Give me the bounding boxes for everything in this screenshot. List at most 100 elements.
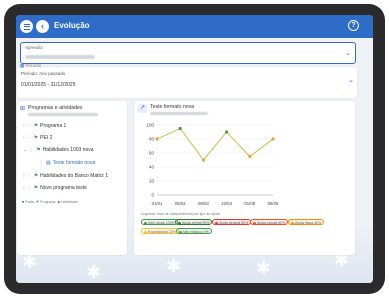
- flag-icon: ⚑: [33, 135, 39, 141]
- period-section-label: ▦ Período: [20, 63, 41, 69]
- y-tick-label: 40: [149, 165, 155, 170]
- more-icon[interactable]: ⋮: [27, 123, 32, 129]
- y-tick-label: 100: [146, 123, 154, 128]
- tree-item-teste-formato[interactable]: ⋮ ▤ Teste formato nova: [39, 160, 95, 166]
- tree-item-pei-2[interactable]: › ⋮ ⚑ PEI 2: [23, 135, 52, 141]
- tree-item-label: Teste formato nova: [52, 160, 96, 166]
- top-bar: ‹ Evolução ?: [16, 15, 373, 38]
- legend-chip-label: Ajuda parcial 60%: [257, 221, 286, 225]
- legend-chip: Ajuda física 40%: [288, 219, 325, 225]
- data-point: [271, 137, 275, 141]
- evolution-line-chart: 0 20 40 60 80 100 01/01 05/02 08/03 22/04 01/09 06/…: [146, 123, 279, 207]
- more-icon[interactable]: ⋮: [29, 147, 34, 153]
- help-icon[interactable]: ?: [348, 20, 359, 31]
- legend-chip-label: Ajuda verbal 95%: [182, 221, 210, 225]
- period-field-label: Período: Ano passado: [21, 71, 66, 76]
- more-icon[interactable]: ⋮: [39, 160, 44, 166]
- tree-item-program-1[interactable]: › ⋮ ⚑ Programa 1: [23, 123, 66, 129]
- chevron-down-icon: ⌄: [23, 147, 28, 153]
- legend-title: Legenda: nível de independência por tipo…: [141, 212, 220, 216]
- legend-dot-icon: [253, 221, 256, 225]
- programs-title: Programas e atividades: [28, 105, 83, 111]
- tree-item-label: Novo programa teste: [40, 185, 87, 191]
- app-screen: ✱ ✱ ✱ ✱ ✱ ‹ Evolução ? Aprendiz ⌄ ▦ Perí…: [16, 15, 373, 283]
- chevron-right-icon: ›: [23, 123, 25, 129]
- chevron-right-icon: ›: [23, 173, 25, 179]
- tree-item-label: Programa 1: [40, 123, 67, 129]
- legend-program: Programa: [40, 200, 56, 204]
- flag-icon: ⚑: [36, 200, 40, 204]
- legend-ability: Habilidade: [61, 200, 78, 204]
- chart-title: Teste formato nova: [150, 104, 195, 110]
- ability-icon: ◆: [57, 200, 61, 204]
- legend-dot-icon: [179, 230, 182, 234]
- puzzle-icon: ✱: [256, 258, 272, 278]
- x-tick-label: 06/09: [268, 201, 279, 206]
- x-tick-label: 22/04: [221, 201, 232, 206]
- legend-folder: Pasta: [25, 200, 35, 204]
- legend-box: Legenda: nível de independência por tipo…: [138, 211, 348, 241]
- more-icon[interactable]: ⋮: [27, 185, 32, 191]
- data-point: [201, 158, 205, 162]
- x-tick-label: 05/02: [175, 201, 186, 206]
- flag-icon: ⚑: [33, 123, 39, 129]
- tree-item-label: Habilidades 1003 nova: [42, 147, 94, 153]
- chevron-down-icon[interactable]: ⌄: [348, 76, 354, 84]
- flag-icon: ⚑: [33, 185, 39, 191]
- flag-icon: ⚑: [33, 173, 39, 179]
- more-icon[interactable]: ⋮: [27, 135, 32, 141]
- legend-dot-icon: [215, 221, 218, 225]
- legend-chip-label: Ajuda física 40%: [295, 221, 322, 225]
- legend-chip-label: Ajuda gestual 80%: [219, 221, 249, 225]
- chevron-down-icon: ⌄: [345, 50, 351, 57]
- x-tick-label: 08/03: [198, 201, 209, 206]
- x-tick-label: 01/09: [244, 201, 255, 206]
- programs-panel: ⊞ Programas e atividades › ⋮ ⚑ Programa 1 ›…: [17, 101, 127, 255]
- period-range[interactable]: 01/01/2025 - 31/12/2025: [21, 82, 76, 88]
- chart-panel: ↗ Teste formato nova 0 20 40 60 80 100 01/01 05…: [134, 101, 355, 255]
- back-arrow-icon[interactable]: ‹: [36, 20, 49, 33]
- tree-item-habilidades-1003[interactable]: ⌄ ⋮ ⚑ Habilidades 1003 nova: [23, 147, 94, 153]
- data-point: [178, 126, 182, 131]
- folder-icon: ■: [22, 200, 25, 204]
- flag-icon: ⚑: [36, 147, 41, 153]
- legend-chip: Sem ajuda 100%: [141, 219, 178, 225]
- menu-icon[interactable]: [20, 20, 33, 33]
- legend-chip: Ajuda parcial 60%: [250, 219, 289, 225]
- page-title: Evolução: [54, 21, 90, 30]
- tree-item-banco-matriz[interactable]: › ⋮ ⚑ Habilidades do Banco Matriz 1: [23, 173, 108, 179]
- student-select-label: Aprendiz: [25, 45, 43, 50]
- chart-subtitle: [150, 112, 208, 115]
- legend-chip: Ajuda verbal 95%: [175, 219, 213, 225]
- data-point: [225, 130, 229, 134]
- legend-dot-icon: [178, 221, 181, 225]
- student-name-redacted: [25, 55, 95, 59]
- more-icon[interactable]: ⋮: [27, 173, 32, 179]
- y-tick-label: 20: [149, 179, 155, 184]
- y-tick-label: 0: [151, 193, 154, 198]
- legend-chip-label: Exposicional 22%: [148, 230, 176, 234]
- data-point: [155, 137, 159, 141]
- tree-icon: ⊞: [20, 106, 26, 112]
- series-line: [156, 127, 274, 161]
- programs-subtitle: [28, 113, 98, 116]
- puzzle-icon: ✱: [86, 262, 102, 282]
- student-select[interactable]: Aprendiz ⌄: [20, 42, 356, 64]
- document-icon: ▤: [46, 160, 51, 166]
- legend-chip-label: Sem ajuda 100%: [148, 221, 175, 225]
- puzzle-icon: ✱: [166, 256, 182, 276]
- puzzle-icon: ✱: [22, 252, 38, 272]
- tree-item-novo-programa[interactable]: › ⋮ ⚑ Novo programa teste: [23, 185, 87, 191]
- tree-legend: ■ Pasta ⚑ Programa ◆ Habilidade: [22, 200, 78, 204]
- calendar-icon: ▦: [20, 63, 25, 68]
- tree-item-label: PEI 2: [40, 135, 53, 141]
- chevron-right-icon: ›: [23, 135, 25, 141]
- legend-dot-icon: [291, 221, 294, 225]
- legend-chip: Exposicional 22%: [141, 228, 179, 234]
- period-section-text: Período: [25, 63, 42, 68]
- tree-item-label: Habilidades do Banco Matriz 1: [40, 173, 108, 179]
- data-point: [248, 154, 252, 159]
- period-card: ▦ Período Período: Ano passado 01/01/202…: [17, 63, 357, 98]
- legend-chip: Não realizou 0%: [176, 228, 212, 234]
- legend-chip: Ajuda gestual 80%: [212, 219, 252, 225]
